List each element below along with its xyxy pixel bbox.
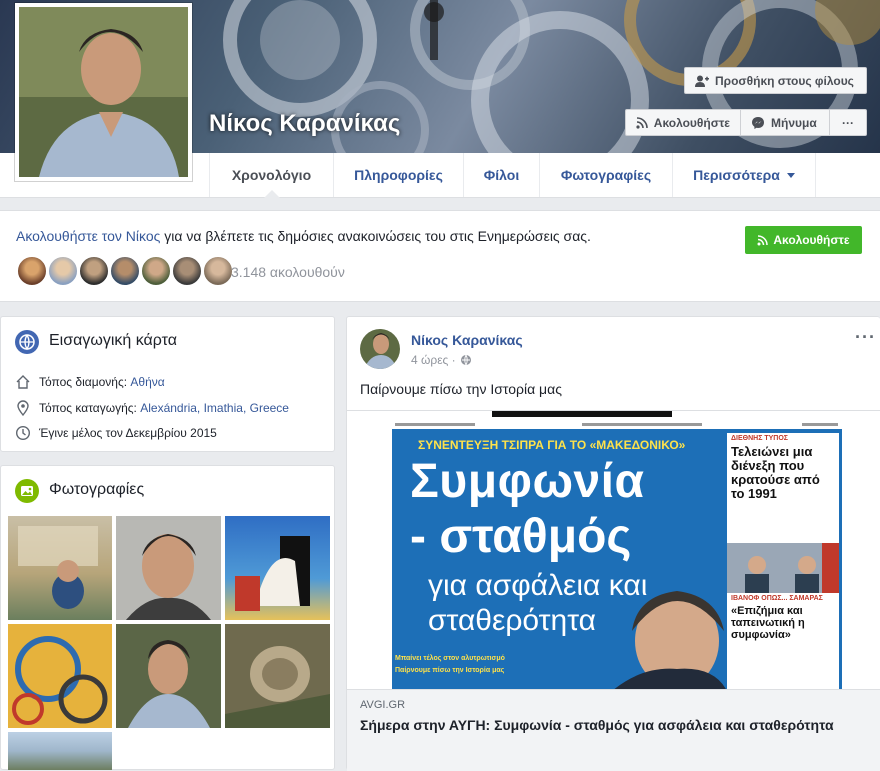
link-title[interactable]: Σήμερα στην ΑΥΓΗ: Συμφωνία - σταθμός για…	[360, 716, 860, 735]
profile-picture[interactable]	[15, 3, 192, 181]
follow-prompt-strip: Ακολουθήστε τον Νίκος για να βλέπετε τις…	[0, 210, 880, 302]
intro-from-row: Τόπος καταγωγής: Alexándria, Imathia, Gr…	[15, 400, 289, 416]
newspaper-sidebar-title2: «Επιζήμια και ταπεινωτική η συμφωνία»	[731, 605, 805, 641]
follow-button[interactable]: Ακολουθήστε	[625, 109, 741, 136]
globe-icon	[460, 354, 471, 366]
chevron-down-icon	[786, 172, 795, 178]
photos-title: Φωτογραφίες	[49, 481, 145, 498]
follow-prompt-text: Ακολουθήστε τον Νίκος για να βλέπετε τις…	[16, 228, 591, 244]
photo-thumbnail[interactable]	[8, 516, 112, 620]
follower-avatar[interactable]	[78, 255, 110, 287]
follow-green-button[interactable]: Ακολουθήστε	[745, 226, 862, 254]
photo-thumbnail[interactable]	[8, 732, 112, 770]
more-dots-icon: ···	[842, 115, 854, 130]
followers-avatar-list	[16, 255, 234, 287]
photo-thumbnail[interactable]	[116, 624, 221, 728]
profile-name[interactable]: Νίκος Καρανίκας	[209, 110, 400, 138]
tab-friends[interactable]: Φίλοι	[463, 153, 539, 197]
follow-prompt-link[interactable]: Ακολουθήστε τον Νίκος	[16, 228, 160, 244]
newspaper-sidebar-title: Τελειώνει μια διένεξη που κρατούσε από τ…	[731, 444, 820, 501]
photo-thumbnail[interactable]	[116, 516, 221, 620]
location-pin-icon	[17, 400, 29, 416]
message-button[interactable]: Μήνυμα	[740, 109, 830, 136]
photo-thumbnail[interactable]	[8, 624, 112, 728]
post-author-name[interactable]: Νίκος Καρανίκας	[411, 332, 523, 348]
follower-avatar[interactable]	[171, 255, 203, 287]
tab-timeline[interactable]: Χρονολόγιο	[209, 153, 333, 198]
follower-avatar[interactable]	[140, 255, 172, 287]
newspaper-footline1: Μπαίνει τέλος στον αλυτρωτισμό	[395, 655, 505, 662]
post-link-image[interactable]: ΣΥΝΕΝΤΕΥΞΗ ΤΣΙΠΡΑ ΓΙΑ ΤΟ «ΜΑΚΕΔΟΝΙΚΟ» Συ…	[347, 410, 880, 690]
newspaper-sidebar: ΔΙΕΘΝΗΣ ΤΥΠΟΣ Τελειώνει μια διένεξη που …	[727, 433, 839, 689]
rss-icon	[757, 234, 769, 245]
follower-avatar[interactable]	[16, 255, 48, 287]
globe-icon	[15, 330, 39, 354]
follower-avatar[interactable]	[109, 255, 141, 287]
post-card: Νίκος Καρανίκας 4 ώρες · ··· Παίρνουμε π…	[346, 316, 880, 771]
tab-photos[interactable]: Φωτογραφίες	[539, 153, 672, 197]
intro-from-label: Τόπος καταγωγής:	[39, 401, 137, 415]
post-text: Παίρνουμε πίσω την Ιστορία μας	[360, 381, 562, 397]
newspaper-sidebar-tag2: ΙΒΑΝΟΦ ΟΠΩΣ... ΣΑΜΑΡΑΣ	[731, 595, 823, 602]
link-preview[interactable]: AVGI.GR Σήμερα στην ΑΥΓΗ: Συμφωνία - στα…	[347, 690, 880, 771]
intro-joined-text: Έγινε μέλος τον Δεκεμβρίου 2015	[39, 426, 217, 440]
post-timestamp[interactable]: 4 ώρες ·	[411, 353, 472, 367]
tab-more-label: Περισσότερα	[693, 167, 780, 183]
post-author-avatar[interactable]	[360, 329, 400, 369]
tab-more[interactable]: Περισσότερα	[672, 153, 816, 197]
rss-icon	[636, 116, 648, 129]
follow-green-label: Ακολουθήστε	[773, 233, 850, 247]
tab-about[interactable]: Πληροφορίες	[333, 153, 463, 197]
photo-thumbnail[interactable]	[225, 516, 330, 620]
intro-lives-label: Τόπος διαμονής:	[39, 375, 128, 389]
link-domain: AVGI.GR	[360, 699, 406, 711]
followers-count[interactable]: 3.148 ακολουθούν	[231, 264, 345, 280]
add-friend-label: Προσθήκη στους φίλους	[715, 73, 854, 88]
intro-card: Εισαγωγική κάρτα Τόπος διαμονής: Αθήνα Τ…	[0, 316, 335, 452]
follow-label: Ακολουθήστε	[653, 115, 730, 130]
more-options-button[interactable]: ···	[829, 109, 867, 136]
newspaper-sidebar-photo	[727, 543, 839, 593]
intro-joined-row: Έγινε μέλος τον Δεκεμβρίου 2015	[15, 425, 217, 441]
follower-avatar[interactable]	[202, 255, 234, 287]
intro-from-value[interactable]: Alexándria, Imathia, Greece	[140, 401, 289, 415]
newspaper-footline2: Παίρνουμε πίσω την Ιστορία μας	[395, 667, 505, 674]
follow-prompt-rest: για να βλέπετε τις δημόσιες ανακοινώσεις…	[160, 228, 591, 244]
post-time-label: 4 ώρες ·	[411, 353, 456, 367]
message-label: Μήνυμα	[771, 115, 817, 130]
clock-icon	[15, 425, 31, 441]
newspaper-sidebar-tag: ΔΙΕΘΝΗΣ ΤΥΠΟΣ	[731, 435, 788, 442]
add-friend-icon	[695, 75, 709, 87]
photo-thumbnail[interactable]	[225, 624, 330, 728]
photo-icon	[15, 479, 39, 503]
home-icon	[16, 375, 30, 389]
messenger-icon	[752, 116, 764, 129]
add-friend-button[interactable]: Προσθήκη στους φίλους	[684, 67, 867, 94]
intro-title: Εισαγωγική κάρτα	[49, 332, 178, 349]
intro-lives-value[interactable]: Αθήνα	[130, 375, 164, 389]
follower-avatar[interactable]	[47, 255, 79, 287]
photos-card: Φωτογραφίες	[0, 465, 335, 770]
intro-lives-row: Τόπος διαμονής: Αθήνα	[15, 374, 165, 390]
post-options-icon[interactable]: ···	[855, 327, 876, 348]
newspaper-front-page: ΣΥΝΕΝΤΕΥΞΗ ΤΣΙΠΡΑ ΓΙΑ ΤΟ «ΜΑΚΕΔΟΝΙΚΟ» Συ…	[392, 411, 842, 689]
